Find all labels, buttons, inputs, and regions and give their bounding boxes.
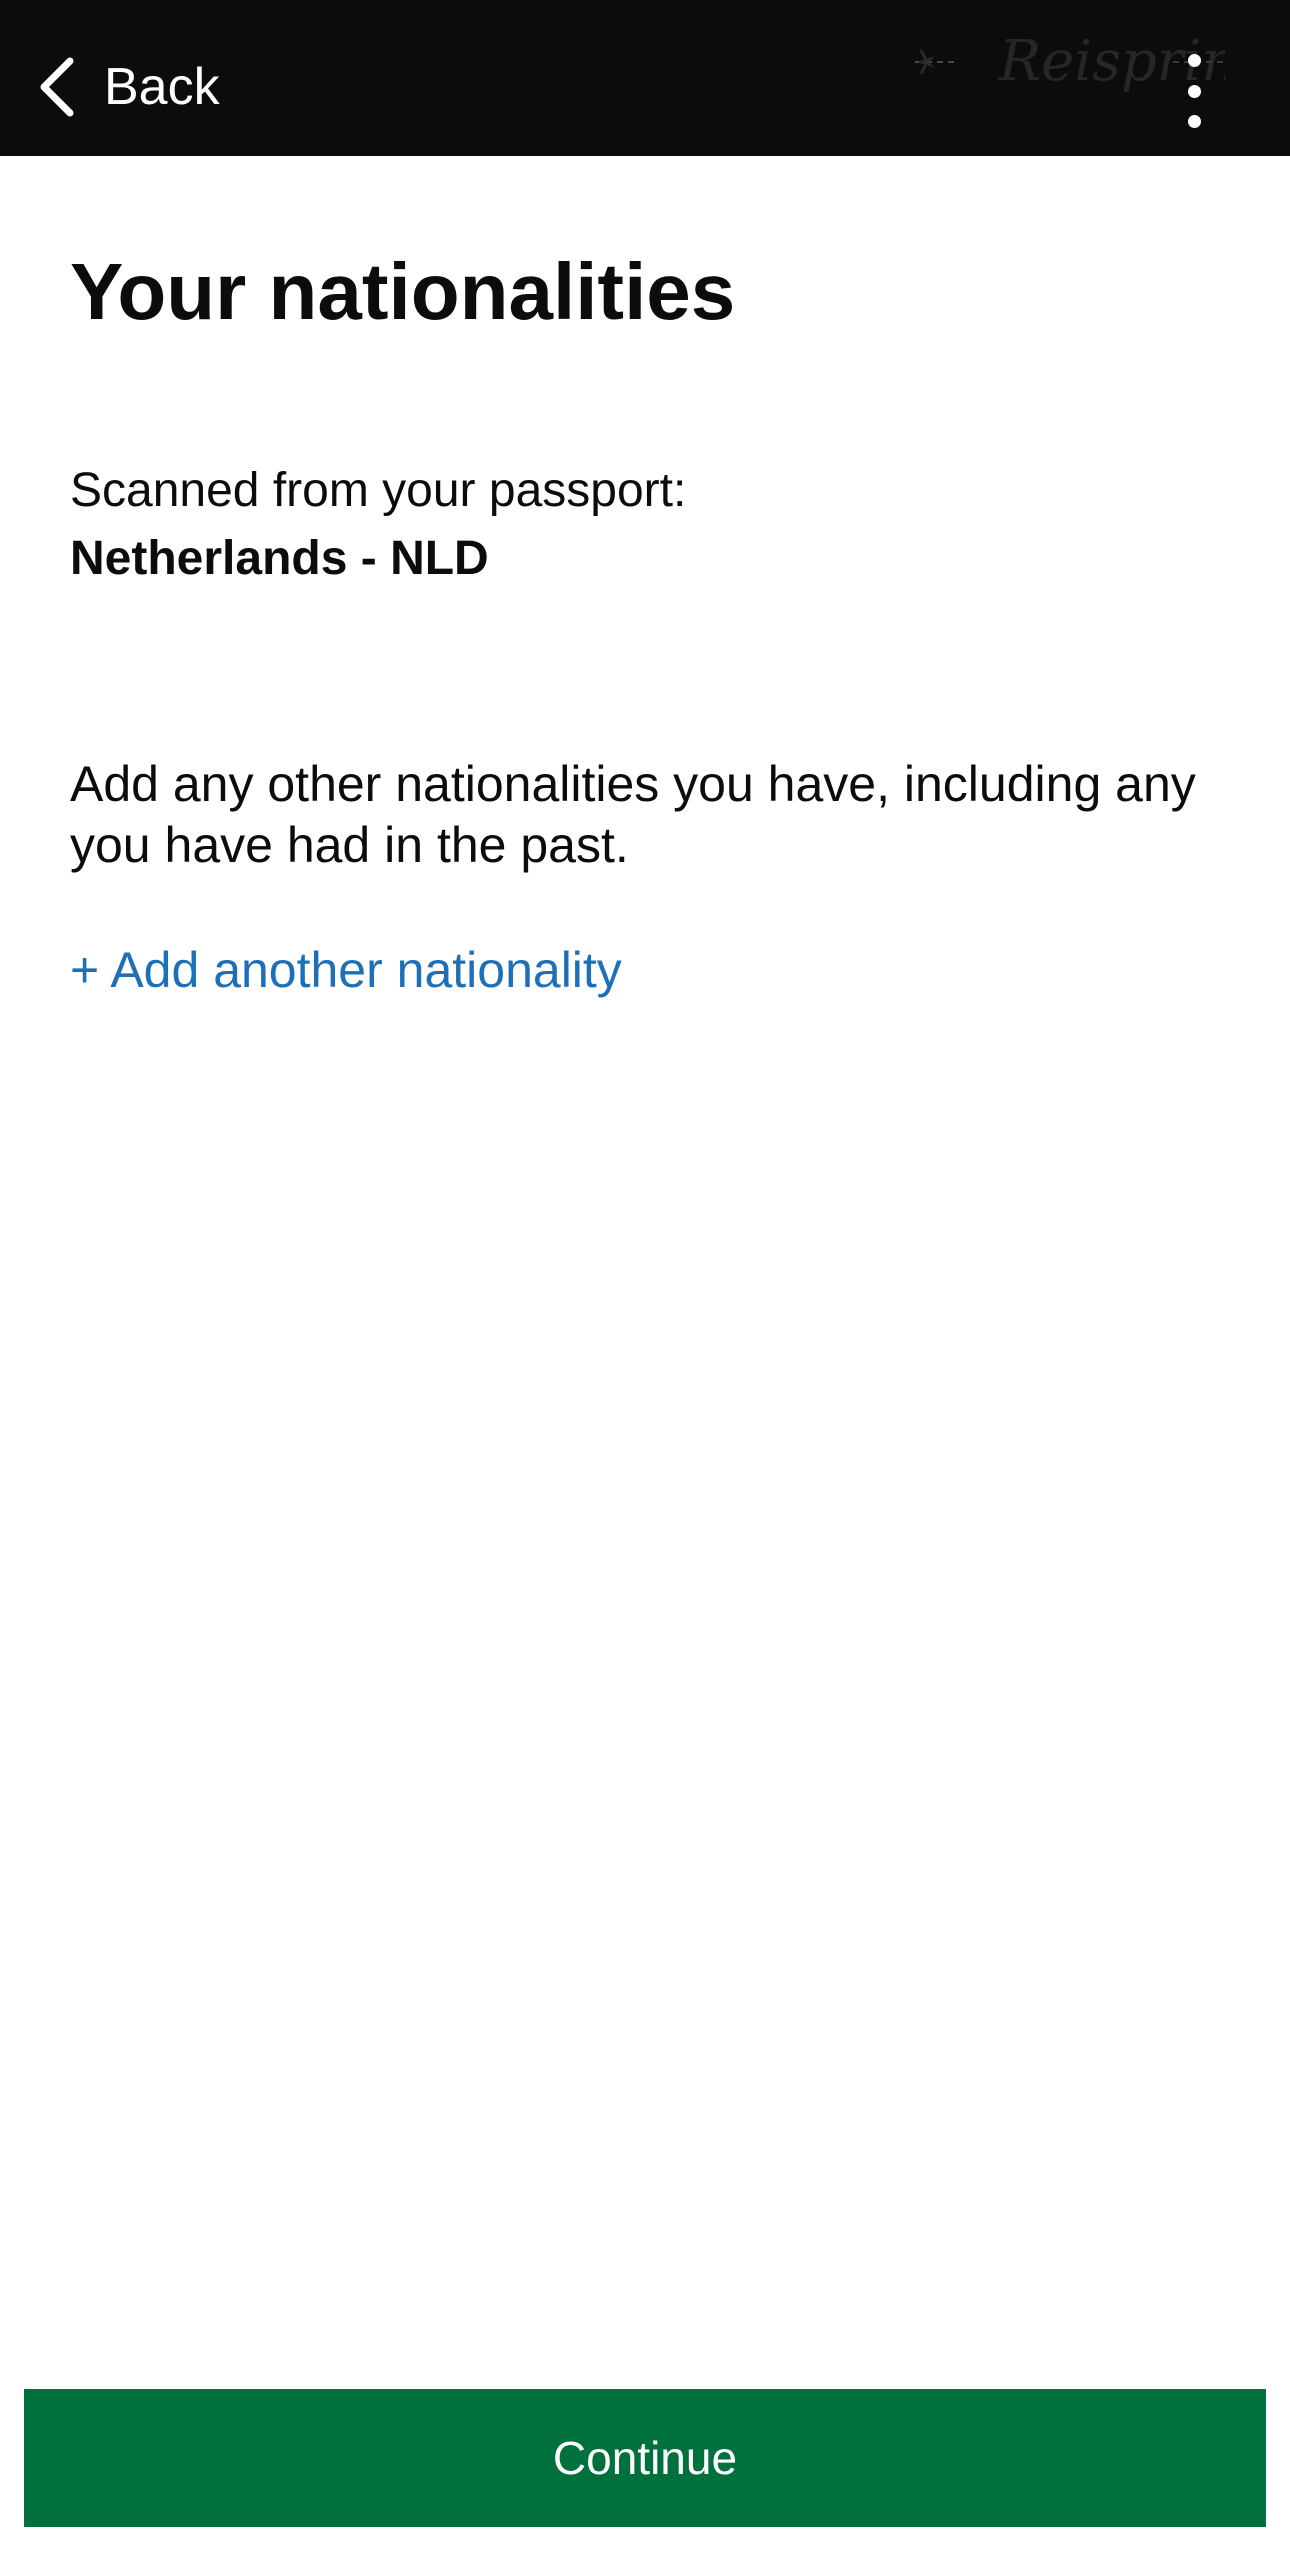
instructions-text: Add any other nationalities you have, in…: [70, 756, 1196, 873]
scanned-nationality: Netherlands - NLD: [70, 532, 489, 585]
continue-button[interactable]: Continue: [24, 2389, 1266, 2527]
page-title: Your nationalities: [70, 247, 736, 336]
scanned-label: Scanned from your passport:: [70, 464, 687, 517]
back-button[interactable]: Back: [34, 52, 220, 122]
top-bar: Back Reisprins: [0, 0, 1290, 156]
more-vertical-icon: [1187, 54, 1201, 67]
back-label: Back: [104, 58, 220, 116]
nationalities-screen: Back Reisprins Your nationalities Scanne…: [0, 0, 1290, 2557]
more-options-button[interactable]: [1170, 54, 1218, 128]
chevron-left-icon: [40, 57, 74, 117]
add-nationality-link[interactable]: + Add another nationality: [70, 940, 622, 1000]
